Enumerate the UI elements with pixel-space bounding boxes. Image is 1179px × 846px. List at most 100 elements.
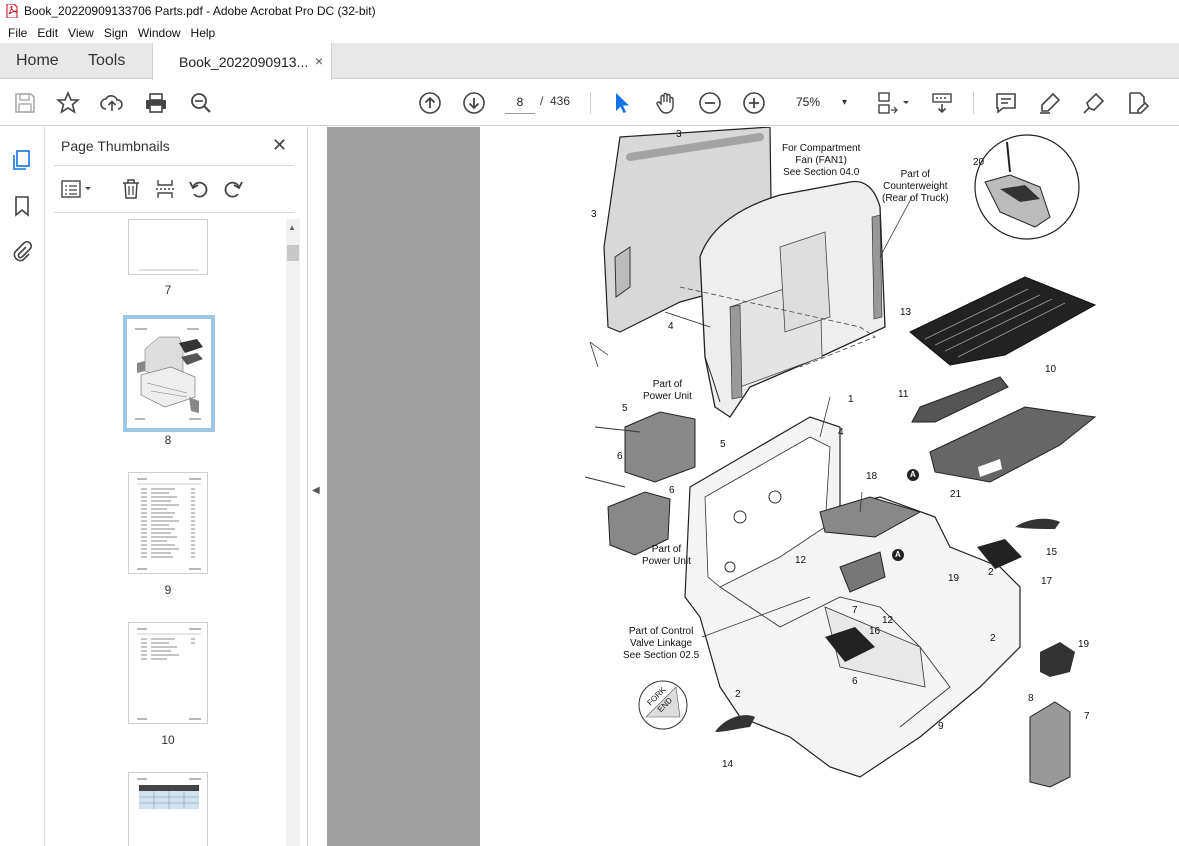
callout-number: 5 [720,439,726,450]
menu-window[interactable]: Window [134,26,185,40]
tab-bar: Home Tools Book_2022090913... × [0,43,1179,80]
callout-number: 15 [1046,547,1058,558]
next-page-icon[interactable] [461,90,487,116]
sign-pen-icon[interactable] [1081,90,1107,116]
thumbnail-label: 9 [164,583,172,597]
previous-page-icon[interactable] [417,90,443,116]
drawing-note: For Compartment Fan (FAN1) See Section 0… [782,143,861,178]
exploded-parts-drawing [584,127,1097,788]
page-fit-icon[interactable] [873,90,913,116]
callout-number: 7 [1084,711,1090,722]
collapse-panel-icon[interactable]: ◀ [312,485,320,496]
callout-number: 12 [882,615,894,626]
callout-number: 6 [617,451,623,462]
callout-number: 2 [988,567,994,578]
menu-sign[interactable]: Sign [100,26,132,40]
thumbnail-label: 8 [164,433,172,447]
page-thumbnails-icon[interactable] [11,149,33,171]
panel-divider [54,212,294,213]
page-thumbnail-11[interactable] [128,772,208,846]
total-pages: 436 [550,94,571,108]
acrobat-pdf-icon [6,3,18,19]
callout-number: 12 [795,555,807,566]
zoom-level-select[interactable]: 75% ▾ [790,90,856,114]
rotate-left-icon[interactable] [187,177,211,201]
callout-number: 18 [866,471,878,482]
callout-number: 21 [950,489,962,500]
callout-number: 11 [898,389,909,400]
tab-tools[interactable]: Tools [88,43,125,79]
scroll-up-icon[interactable]: ▲ [288,223,296,232]
zoom-level-value: 75% [796,95,821,109]
callout-number: 5 [622,403,628,414]
comment-icon[interactable] [993,90,1019,116]
rotate-right-icon[interactable] [221,177,245,201]
callout-letter-a: A [910,470,916,479]
callout-number: 3 [591,209,597,220]
bookmark-star-icon[interactable] [55,90,81,116]
tab-document[interactable]: Book_2022090913... × [152,43,332,80]
print-icon[interactable] [143,90,169,116]
panel-title: Page Thumbnails [61,138,170,154]
page-thumbnail-8[interactable] [123,315,215,432]
scrollbar-thumb[interactable] [287,245,299,261]
callout-number: 2 [990,633,996,644]
tab-home[interactable]: Home [16,43,59,79]
highlight-pen-icon[interactable] [1037,90,1063,116]
hand-tool-icon[interactable] [653,90,679,116]
callout-number: 6 [669,485,675,496]
page-thumbnail-9[interactable] [128,472,208,574]
thumbnail-scrollbar[interactable]: ▲ [286,219,300,846]
chevron-down-icon: ▾ [842,96,848,108]
callout-number: 3 [676,129,682,140]
drawing-note: Part of Counterweight (Rear of Truck) [882,169,949,204]
page-separator: / [540,94,544,108]
bookmarks-icon[interactable] [11,195,33,217]
callout-number: 4 [668,321,674,332]
title-bar: Book_20220909133706 Parts.pdf - Adobe Ac… [0,0,1179,22]
callout-number: 10 [1045,364,1057,375]
callout-number: 2 [735,689,741,700]
document-background [327,127,480,846]
edit-document-icon[interactable] [1125,90,1151,116]
upload-cloud-icon[interactable] [99,90,125,116]
page-thumbnail-7[interactable] [128,219,208,275]
scroll-mode-icon[interactable] [929,90,955,116]
menu-file[interactable]: File [4,26,31,40]
callout-number: 8 [1028,693,1034,704]
callout-number: 6 [852,676,858,687]
callout-number: 7 [852,605,858,616]
zoom-in-icon[interactable] [741,90,767,116]
callout-number: 19 [948,573,960,584]
thumbnail-options-icon[interactable] [60,177,96,201]
close-panel-icon[interactable]: ✕ [272,135,287,156]
menu-help[interactable]: Help [187,26,220,40]
zoom-out-icon[interactable] [697,90,723,116]
save-icon[interactable] [12,90,38,116]
menu-view[interactable]: View [64,26,98,40]
panel-divider [54,165,294,166]
callout-number: 16 [869,626,881,637]
zoom-search-icon[interactable] [188,90,214,116]
delete-trash-icon[interactable] [119,177,143,201]
callout-number: 19 [1078,639,1090,650]
page-thumbnail-10[interactable] [128,622,208,724]
callout-number: 14 [722,759,734,770]
callout-number: 4 [838,427,844,438]
callout-number: 1 [848,394,854,405]
menu-edit[interactable]: Edit [33,26,62,40]
callout-number: 17 [1041,576,1053,587]
select-cursor-icon[interactable] [609,90,635,116]
thumbnail-label: 10 [161,733,175,747]
close-tab-icon[interactable]: × [315,53,323,69]
thumbnail-label: 7 [164,283,172,297]
page-thumbnails-panel: Page Thumbnails ✕ 7 8 9 10 ▲ [46,127,308,846]
current-page-input[interactable]: 8 [505,90,535,114]
document-view: ◀ 3 3 4 5 5 6 6 1 4 18 21 13 11 10 20 15… [309,127,1179,846]
callout-number: 13 [900,307,912,318]
callout-number: 9 [938,721,944,732]
extract-pages-icon[interactable] [153,177,177,201]
attachments-paperclip-icon[interactable] [11,241,33,263]
tab-document-label: Book_2022090913... [179,53,309,70]
toolbar-divider [973,92,974,114]
